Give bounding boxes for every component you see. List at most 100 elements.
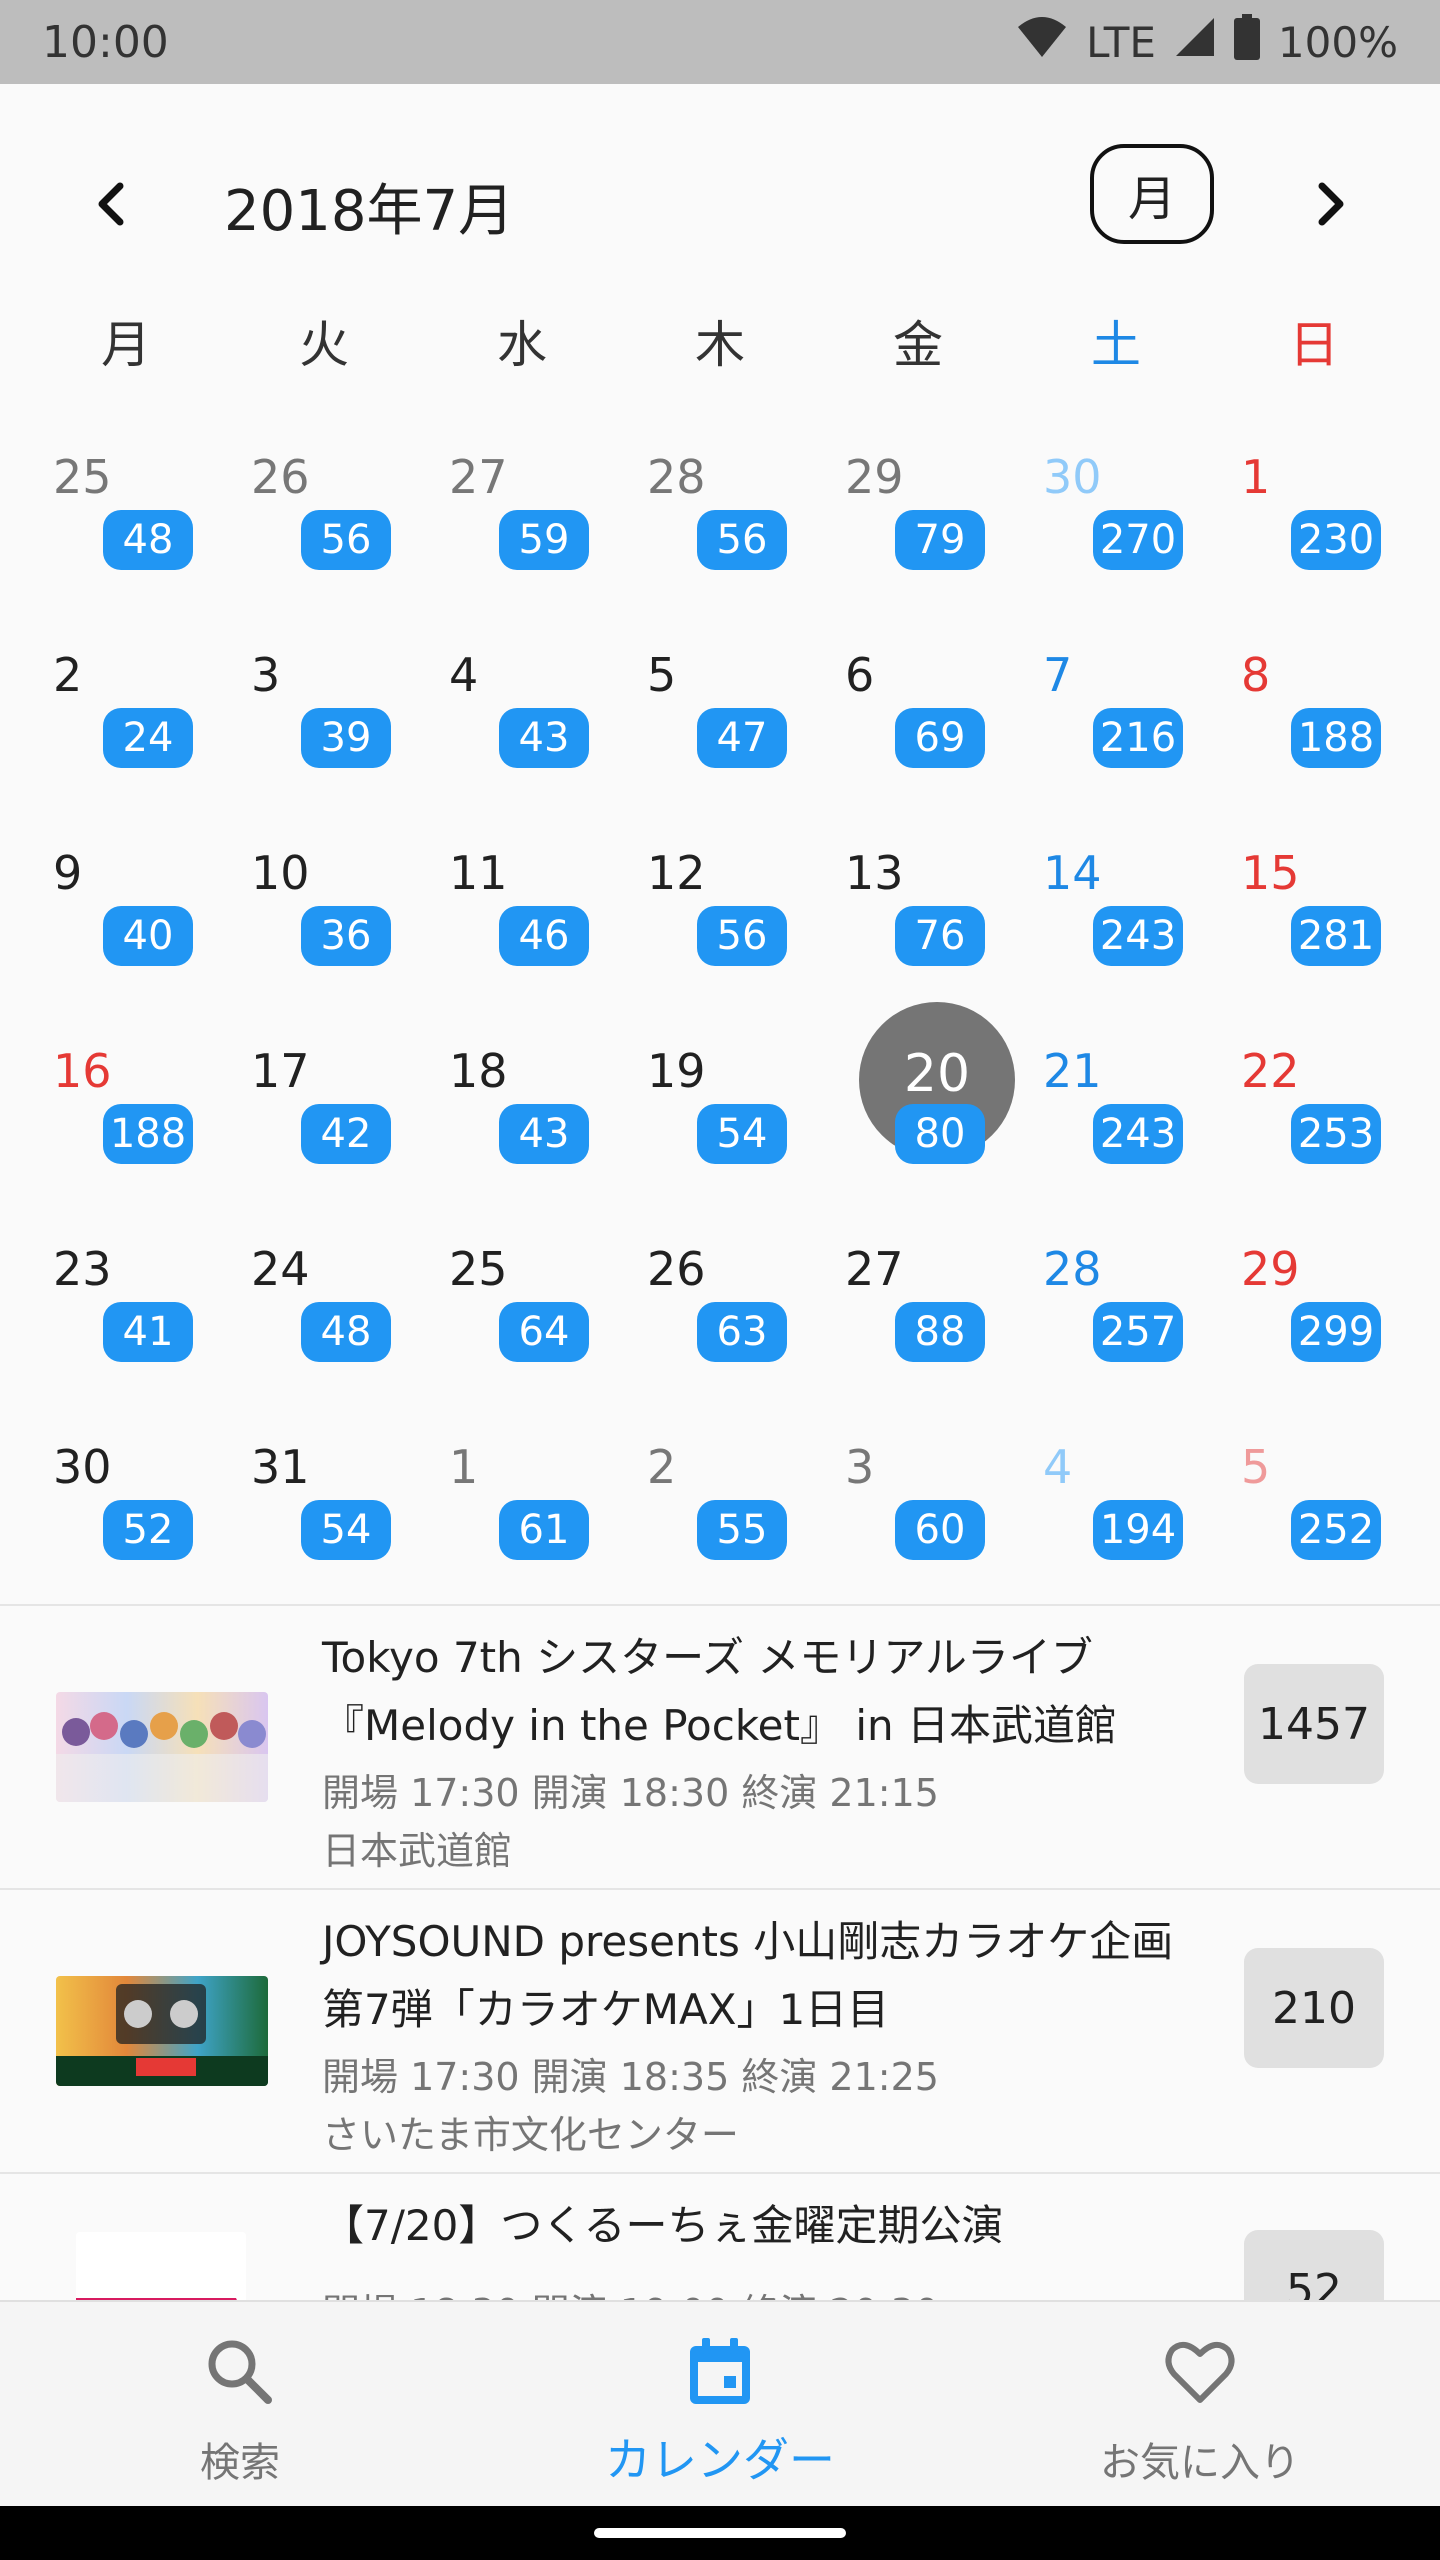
calendar-day-cell[interactable]: 19 54 bbox=[621, 1004, 819, 1202]
day-number: 12 bbox=[647, 846, 706, 900]
calendar-day-cell[interactable]: 31 54 bbox=[225, 1400, 423, 1598]
calendar-day-cell[interactable]: 23 41 bbox=[27, 1202, 225, 1400]
event-count-badge: 216 bbox=[1093, 708, 1183, 768]
weekday-wed: 水 bbox=[497, 316, 547, 374]
month-title: 2018年7月 bbox=[224, 179, 515, 244]
attendee-count-badge: 1457 bbox=[1244, 1664, 1384, 1784]
calendar-day-cell[interactable]: 17 42 bbox=[225, 1004, 423, 1202]
attendee-count-badge: 52 bbox=[1244, 2230, 1384, 2306]
calendar-day-cell[interactable]: 29 79 bbox=[819, 410, 1017, 608]
calendar-day-cell[interactable]: 4 194 bbox=[1017, 1400, 1215, 1598]
next-month-button[interactable] bbox=[1300, 164, 1360, 244]
calendar-day-cell[interactable]: 29 299 bbox=[1215, 1202, 1413, 1400]
event-item[interactable]: Tokyo 7th シスターズ メモリアルライブ『Melody in the P… bbox=[0, 1606, 1440, 1888]
calendar-day-cell[interactable]: 14 243 bbox=[1017, 806, 1215, 1004]
event-venue: さいたま市文化センター bbox=[322, 2113, 739, 2157]
day-number: 22 bbox=[1241, 1044, 1300, 1098]
event-poster-icon bbox=[56, 1712, 268, 1802]
nav-search-label: 検索 bbox=[200, 2440, 280, 2486]
day-number: 25 bbox=[53, 450, 112, 504]
heart-icon bbox=[1165, 2341, 1235, 2403]
calendar-day-cell[interactable]: 25 64 bbox=[423, 1202, 621, 1400]
calendar-day-cell[interactable]: 6 69 bbox=[819, 608, 1017, 806]
calendar-icon bbox=[690, 2338, 750, 2404]
calendar-day-cell[interactable]: 20 80 bbox=[819, 1002, 1017, 1202]
event-count-badge: 47 bbox=[697, 708, 787, 768]
calendar-header: 2018年7月 月 bbox=[0, 84, 1440, 314]
event-count-badge: 80 bbox=[895, 1104, 985, 1164]
event-item[interactable]: 【7/20】つくるーちぇ金曜定期公演 開場 18:30 開演 19:00 終演 … bbox=[0, 2174, 1440, 2306]
day-number: 13 bbox=[845, 846, 904, 900]
calendar-day-cell[interactable]: 12 56 bbox=[621, 806, 819, 1004]
day-number: 4 bbox=[1043, 1440, 1073, 1494]
calendar-day-cell[interactable]: 27 88 bbox=[819, 1202, 1017, 1400]
prev-month-button[interactable] bbox=[82, 164, 142, 244]
event-count-badge: 43 bbox=[499, 708, 589, 768]
event-item[interactable]: JOYSOUND presents 小山剛志カラオケ企画 第7弾「カラオケMAX… bbox=[0, 1890, 1440, 2172]
calendar-day-cell[interactable]: 30 270 bbox=[1017, 410, 1215, 608]
calendar-day-cell[interactable]: 7 216 bbox=[1017, 608, 1215, 806]
calendar-day-cell[interactable]: 2 24 bbox=[27, 608, 225, 806]
day-number: 5 bbox=[1241, 1440, 1271, 1494]
calendar-day-cell[interactable]: 26 56 bbox=[225, 410, 423, 608]
event-count-badge: 52 bbox=[103, 1500, 193, 1560]
calendar-day-cell[interactable]: 9 40 bbox=[27, 806, 225, 1004]
day-number: 17 bbox=[251, 1044, 310, 1098]
calendar-day-cell[interactable]: 28 257 bbox=[1017, 1202, 1215, 1400]
calendar-day-cell[interactable]: 28 56 bbox=[621, 410, 819, 608]
nav-calendar[interactable]: カレンダー bbox=[480, 2302, 960, 2508]
event-count-badge: 299 bbox=[1291, 1302, 1381, 1362]
day-number: 30 bbox=[1043, 450, 1102, 504]
event-count-badge: 194 bbox=[1093, 1500, 1183, 1560]
day-number: 6 bbox=[845, 648, 875, 702]
calendar-day-cell[interactable]: 30 52 bbox=[27, 1400, 225, 1598]
calendar-day-cell[interactable]: 21 243 bbox=[1017, 1004, 1215, 1202]
event-count-badge: 243 bbox=[1093, 1104, 1183, 1164]
calendar-day-cell[interactable]: 26 63 bbox=[621, 1202, 819, 1400]
home-indicator[interactable] bbox=[594, 2528, 846, 2538]
weekday-header: 月 火 水 木 金 土 日 bbox=[0, 305, 1440, 385]
calendar-day-cell[interactable]: 15 281 bbox=[1215, 806, 1413, 1004]
event-count-badge: 79 bbox=[895, 510, 985, 570]
calendar-day-cell[interactable]: 1 61 bbox=[423, 1400, 621, 1598]
event-poster-icon bbox=[56, 1984, 268, 2086]
nav-favorites-label: お気に入り bbox=[1100, 2440, 1300, 2486]
calendar-day-cell[interactable]: 22 253 bbox=[1215, 1004, 1413, 1202]
day-number: 27 bbox=[449, 450, 508, 504]
calendar-day-cell[interactable]: 3 60 bbox=[819, 1400, 1017, 1598]
calendar-day-cell[interactable]: 25 48 bbox=[27, 410, 225, 608]
event-count-badge: 56 bbox=[301, 510, 391, 570]
wifi-icon bbox=[1016, 15, 1068, 69]
calendar-day-cell[interactable]: 27 59 bbox=[423, 410, 621, 608]
event-count-badge: 56 bbox=[697, 510, 787, 570]
event-count-badge: 54 bbox=[301, 1500, 391, 1560]
day-number: 3 bbox=[845, 1440, 875, 1494]
calendar-day-cell[interactable]: 4 43 bbox=[423, 608, 621, 806]
calendar-day-cell[interactable]: 1 230 bbox=[1215, 410, 1413, 608]
event-count-badge: 76 bbox=[895, 906, 985, 966]
day-number: 1 bbox=[449, 1440, 479, 1494]
calendar-day-cell[interactable]: 13 76 bbox=[819, 806, 1017, 1004]
event-count-badge: 281 bbox=[1291, 906, 1381, 966]
calendar-day-cell[interactable]: 8 188 bbox=[1215, 608, 1413, 806]
event-poster-icon bbox=[76, 2298, 240, 2306]
calendar-day-cell[interactable]: 16 188 bbox=[27, 1004, 225, 1202]
calendar-day-cell[interactable]: 2 55 bbox=[621, 1400, 819, 1598]
chevron-right-icon bbox=[1318, 182, 1344, 226]
calendar-day-cell[interactable]: 3 39 bbox=[225, 608, 423, 806]
battery-percent: 100% bbox=[1277, 17, 1398, 67]
calendar-day-cell[interactable]: 11 46 bbox=[423, 806, 621, 1004]
event-count-badge: 257 bbox=[1093, 1302, 1183, 1362]
calendar-day-cell[interactable]: 24 48 bbox=[225, 1202, 423, 1400]
view-mode-toggle[interactable]: 月 bbox=[1090, 144, 1214, 244]
nav-search[interactable]: 検索 bbox=[0, 2302, 480, 2508]
calendar-day-cell[interactable]: 10 36 bbox=[225, 806, 423, 1004]
nav-favorites[interactable]: お気に入り bbox=[960, 2302, 1440, 2508]
status-bar: 10:00 LTE 100% bbox=[0, 0, 1440, 84]
day-number: 8 bbox=[1241, 648, 1271, 702]
day-number: 26 bbox=[647, 1242, 706, 1296]
calendar-day-cell[interactable]: 5 47 bbox=[621, 608, 819, 806]
calendar-day-cell[interactable]: 18 43 bbox=[423, 1004, 621, 1202]
calendar-day-cell[interactable]: 5 252 bbox=[1215, 1400, 1413, 1598]
day-number: 25 bbox=[449, 1242, 508, 1296]
